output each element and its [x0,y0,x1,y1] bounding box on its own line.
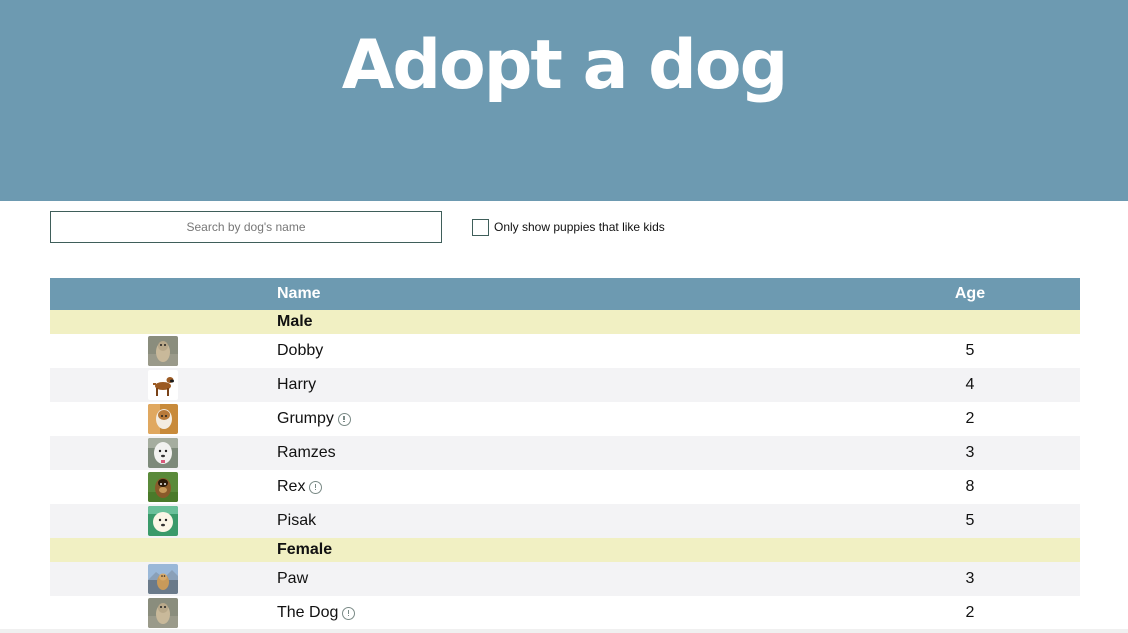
page-title: Adopt a dog [341,26,789,105]
table-row[interactable]: The Dog 2 [50,596,1080,630]
dog-photo [148,336,178,366]
dog-age: 5 [965,342,975,359]
dog-name: The Dog [277,604,339,621]
dog-photo [148,404,178,434]
table-header: Name Age [50,278,1080,310]
info-icon[interactable] [309,480,323,494]
dog-photo [148,506,178,536]
table-row[interactable]: Paw 3 [50,562,1080,596]
table-row[interactable]: Ramzes 3 [50,436,1080,470]
table-row[interactable]: Harry 4 [50,368,1080,402]
dog-name: Rex [277,478,306,495]
dogs-table: Name Age Male Dobby 5 Harry 4 Grumpy 2 R… [50,278,1080,630]
group-label: Female [277,541,333,558]
dog-age: 2 [965,604,975,621]
dog-age: 5 [965,512,975,529]
page-header: Adopt a dog [0,0,1128,201]
dog-age: 3 [965,570,975,587]
dog-age: 3 [965,444,975,461]
group-row-male: Male [50,310,1080,334]
kids-filter-checkbox[interactable] [472,218,489,236]
column-header-age[interactable]: Age [920,285,1020,303]
column-header-name[interactable]: Name [277,285,321,303]
kids-filter-label: Only show puppies that like kids [494,220,665,234]
group-row-female: Female [50,538,1080,562]
kids-filter[interactable]: Only show puppies that like kids [472,218,665,236]
dog-photo [148,472,178,502]
group-label: Male [277,313,313,330]
dog-age: 8 [965,478,975,495]
dog-name: Grumpy [277,410,334,427]
table-row[interactable]: Dobby 5 [50,334,1080,368]
table-row[interactable]: Pisak 5 [50,504,1080,538]
dog-name: Harry [277,376,317,393]
dog-age: 2 [965,410,975,427]
dog-photo [148,598,178,628]
dog-name: Pisak [277,512,317,529]
info-icon[interactable] [337,412,351,426]
dog-name: Paw [277,570,309,587]
dog-photo [148,438,178,468]
info-icon[interactable] [342,606,356,620]
page-bottom-edge [0,629,1128,633]
dog-name: Dobby [277,342,324,359]
dog-photo [148,370,178,400]
dog-photo [148,564,178,594]
search-input[interactable] [50,211,442,243]
dog-name: Ramzes [277,444,336,461]
dog-age: 4 [965,376,975,393]
table-row[interactable]: Grumpy 2 [50,402,1080,436]
table-row[interactable]: Rex 8 [50,470,1080,504]
